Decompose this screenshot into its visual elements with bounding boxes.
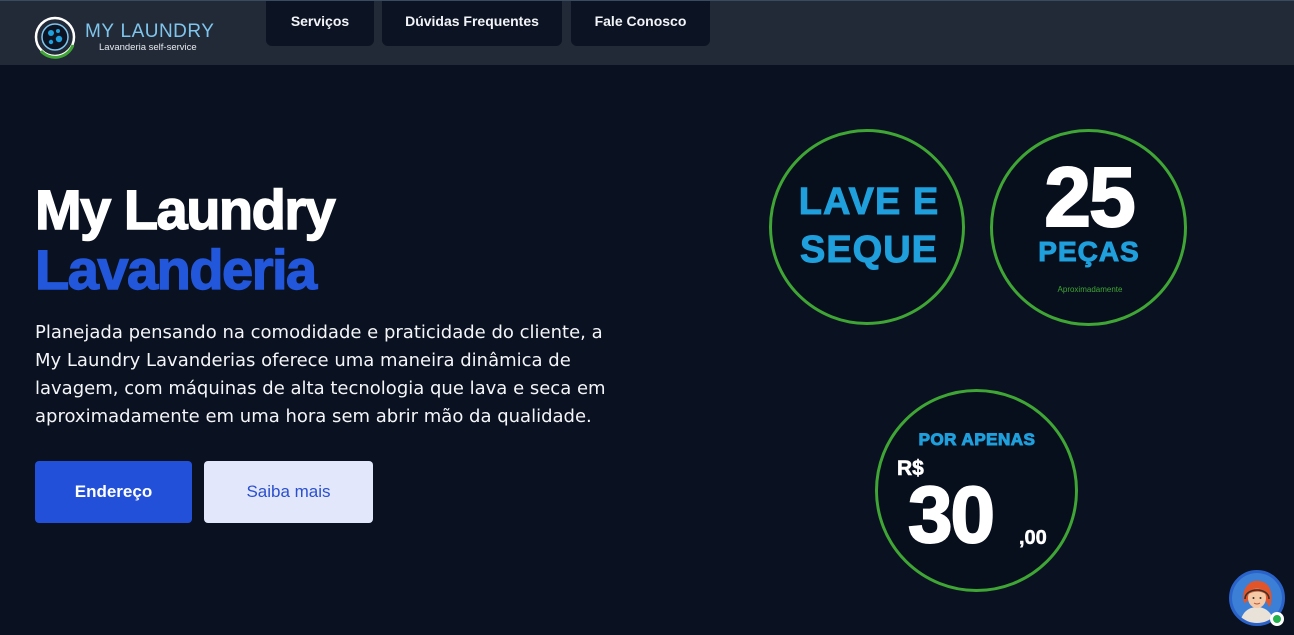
logo-subtitle: Lavanderia self-service (99, 42, 197, 53)
price-intro: POR APENAS (918, 430, 1036, 450)
hero-title: My Laundry Lavanderia (34, 178, 336, 301)
wash-dry-text: LAVE E SEQUE (795, 178, 943, 274)
wash-dry-line1: LAVE E (798, 181, 940, 224)
nav-contact[interactable]: Fale Conosco (571, 1, 710, 46)
pieces-label: PEÇAS (1038, 236, 1140, 268)
brand-logo[interactable]: MY LAUNDRY Lavanderia self-service (33, 15, 233, 63)
hero-title-line1: My Laundry (34, 178, 336, 241)
address-button[interactable]: Endereço (35, 461, 192, 523)
logo-title-main: LAUNDRY (120, 21, 215, 42)
nav-services[interactable]: Serviços (266, 1, 374, 46)
pieces-number: 25 (1043, 150, 1136, 244)
online-status-indicator (1270, 612, 1284, 626)
hero-title-line2: Lavanderia (34, 238, 318, 301)
price-whole: 30 (907, 469, 996, 560)
learn-more-button[interactable]: Saiba mais (204, 461, 373, 523)
laundry-logo-icon (33, 15, 77, 59)
hero-description: Planejada pensando na comodidade e prati… (35, 322, 606, 427)
pieces-note: Aproximadamente (1057, 285, 1123, 294)
logo-title: MY LAUNDRY (85, 22, 214, 42)
top-header: MY LAUNDRY Lavanderia self-service Servi… (0, 0, 1294, 65)
wash-dry-line2: SEQUE (799, 229, 939, 272)
logo-title-accent: MY (85, 21, 115, 42)
price-cents: ,00 (1019, 527, 1047, 550)
nav-faq[interactable]: Dúvidas Frequentes (382, 1, 562, 46)
